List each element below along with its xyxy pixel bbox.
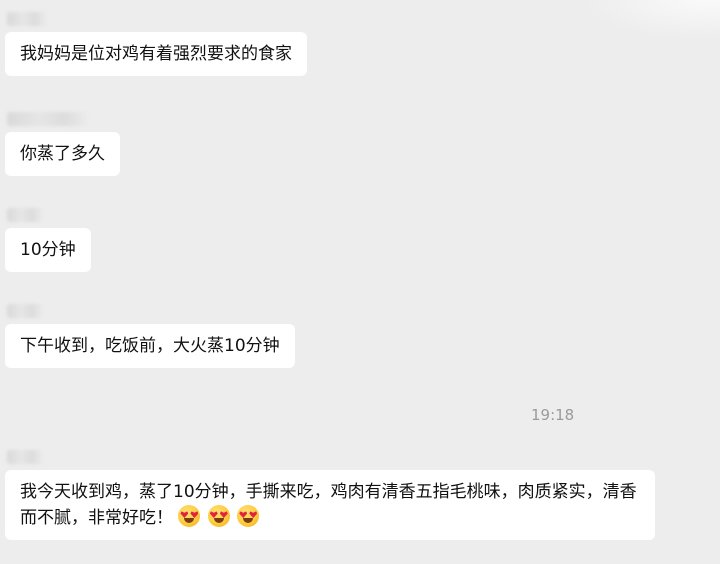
message-bubble[interactable]: 你蒸了多久 (5, 132, 120, 176)
message-bubble[interactable]: 10分钟 (5, 228, 91, 272)
emoji-group (178, 505, 261, 528)
sender-name-blurred (7, 112, 89, 126)
sender-name-blurred (7, 208, 43, 222)
message-bubble[interactable]: 我妈妈是位对鸡有着强烈要求的食家 (5, 32, 307, 76)
message: 我妈妈是位对鸡有着强烈要求的食家 (5, 12, 307, 76)
message-text: 你蒸了多久 (20, 144, 105, 164)
message-text: 下午收到，吃饭前，大火蒸10分钟 (20, 336, 280, 356)
message-text: 我今天收到鸡，蒸了10分钟，手撕来吃，鸡肉有清香五指毛桃味，肉质紧实，清香而不腻… (20, 482, 637, 528)
heart-eyes-face-icon (178, 505, 201, 527)
sender-name-blurred (7, 12, 47, 26)
sender-name-blurred (7, 304, 43, 318)
message: 我今天收到鸡，蒸了10分钟，手撕来吃，鸡肉有清香五指毛桃味，肉质紧实，清香而不腻… (5, 450, 655, 540)
message: 你蒸了多久 (5, 112, 120, 176)
message-bubble[interactable]: 下午收到，吃饭前，大火蒸10分钟 (5, 324, 295, 368)
sender-name-blurred (7, 450, 43, 464)
message: 10分钟 (5, 208, 91, 272)
heart-eyes-face-icon (237, 505, 260, 527)
message-bubble[interactable]: 我今天收到鸡，蒸了10分钟，手撕来吃，鸡肉有清香五指毛桃味，肉质紧实，清香而不腻… (5, 470, 655, 540)
message-text: 我妈妈是位对鸡有着强烈要求的食家 (20, 44, 292, 64)
heart-eyes-face-icon (207, 505, 230, 527)
message-text: 10分钟 (20, 240, 76, 260)
timestamp: 19:18 (531, 406, 575, 424)
message: 下午收到，吃饭前，大火蒸10分钟 (5, 304, 295, 368)
chat-view: 我妈妈是位对鸡有着强烈要求的食家 你蒸了多久 10分钟 下午收到，吃饭前，大火蒸… (0, 0, 720, 564)
background-glare (580, 0, 720, 40)
